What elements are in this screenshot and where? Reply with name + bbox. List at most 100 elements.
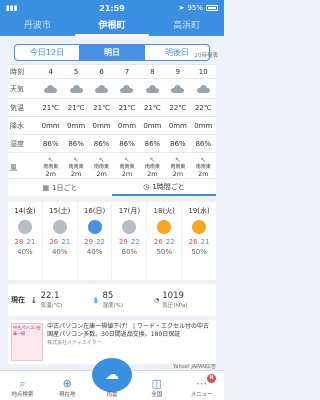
weekly-pop: 50%	[156, 248, 172, 256]
tab-tomorrow[interactable]: 明日	[79, 45, 144, 60]
weekly-low: 21	[200, 238, 210, 246]
nav-menu-label: メニュー	[190, 392, 213, 398]
weekly-forecast: 14(金) 28 21 40% 15(土) 26 21 40% 16(日) 29 22 40% 17(月…	[8, 202, 216, 280]
temp-cell: 22℃	[194, 103, 212, 112]
humidity-cell: 86%	[195, 139, 212, 148]
weekly-low: 22	[96, 238, 105, 246]
nav-national-label: 全国	[151, 392, 163, 398]
weekly-high: 26	[153, 238, 163, 246]
ad-text[interactable]: 中古パソコン在庫一掃値下げ！ | ワード・エクセル付の中古国産パソコン多数。30…	[47, 323, 213, 339]
weekly-day[interactable]: 17(月) 29 22 60%	[112, 202, 148, 280]
weekly-day[interactable]: 18(火) 26 22 50%	[147, 202, 183, 280]
ad-source: 株式会社メディエイター	[47, 340, 102, 346]
cloud-icon: ☁	[105, 367, 119, 383]
temp-cell: 21℃	[67, 103, 85, 112]
city-tab[interactable]: 高浜町	[149, 16, 224, 36]
cloudy-icon	[171, 84, 185, 93]
wind-arrow-icon: ↖	[124, 156, 130, 164]
sky-cell	[114, 79, 139, 98]
current-humidity: 💧 85 湿度(%)	[92, 291, 154, 309]
nav-search-label: 地点検索	[11, 392, 34, 398]
nav-national[interactable]: ◫ 全国	[134, 371, 179, 400]
weekly-pop: 40%	[86, 248, 103, 256]
wind-arrow-icon: ↖	[174, 156, 181, 164]
weekly-high: 26	[49, 238, 59, 246]
rain-cell: 0mm	[117, 121, 137, 130]
tab-hourly-label: 1時間ごと	[152, 182, 185, 191]
status-time: 21:59	[99, 3, 125, 13]
rain-cloud-button[interactable]: ☁	[92, 358, 132, 392]
current-press-label: 気圧(hPa)	[162, 303, 188, 309]
hour-cell: 8	[150, 67, 155, 76]
humidity-cell: 86%	[119, 139, 135, 148]
weekly-pop: 50%	[191, 248, 207, 256]
nav-location-label: 現在地	[58, 392, 76, 398]
weekly-date: 16(日)	[83, 207, 106, 215]
nav-menu[interactable]: ⋯ メニュー	[179, 371, 224, 400]
hour-cell: 4	[48, 67, 53, 76]
current-pressure: ◔ 1019 気圧(hPa)	[154, 291, 216, 309]
wind-speed: 2m	[198, 170, 209, 178]
weekly-date: 19(水)	[188, 207, 210, 215]
temp-cell: 21℃	[118, 103, 136, 112]
temp-cell: 22℃	[169, 103, 187, 112]
wind-arrow-icon: ↖	[98, 156, 105, 164]
hourly-grid: 時刻 4 5 6 7 8 9 10 天気 気温 21℃ 21℃ 21℃ 21℃ 21℃ 22℃ 22℃ …	[8, 64, 216, 182]
cloudy-icon	[120, 84, 134, 93]
sky-cell	[191, 79, 216, 98]
wind-speed: 2m	[96, 170, 107, 178]
weekly-day[interactable]: 16(日) 29 22 40%	[78, 202, 113, 280]
weekly-pop: 40%	[17, 248, 33, 256]
wind-speed: 2m	[121, 170, 133, 178]
wind-speed: 2m	[172, 170, 184, 178]
temp-cell: 21℃	[42, 103, 60, 112]
cloudy-icon	[44, 84, 58, 93]
rain-cell: 0mm	[41, 121, 60, 130]
day-tabs: 今日12日 明日 明後日	[14, 44, 210, 61]
cloudy-icon	[145, 84, 159, 93]
weekly-date: 15(土)	[49, 207, 71, 215]
wind-speed: 2m	[147, 170, 158, 178]
weekly-day[interactable]: 15(土) 26 21 40%	[43, 202, 78, 280]
current-press-value: 1019	[162, 291, 184, 301]
status-bar: ▮▮▮ 21:59 ➤ 95%	[0, 0, 224, 16]
humidity-cell: 86%	[68, 139, 84, 148]
weekly-low: 21	[26, 238, 36, 246]
tab-hourly[interactable]: ◷ 1時間ごと	[112, 179, 216, 196]
humidity-cell: 86%	[93, 139, 110, 148]
nav-location[interactable]: ⊕ 現在地	[45, 371, 90, 400]
view-tabs: ▦ 1日ごと ◷ 1時間ごと	[8, 178, 216, 196]
weather-icon	[52, 220, 67, 234]
city-tab-active[interactable]: 伊根町	[74, 16, 150, 36]
cloudy-icon	[196, 84, 210, 93]
weekly-temps: 28 21	[14, 238, 35, 246]
tab-today[interactable]: 今日12日	[15, 45, 79, 60]
weekly-high: 26	[188, 238, 198, 246]
sky-cell	[38, 79, 63, 98]
weekly-low: 21	[61, 238, 71, 246]
tab-daily[interactable]: ▦ 1日ごと	[8, 179, 112, 196]
weekly-low: 22	[165, 238, 175, 246]
sky-cell	[165, 79, 190, 98]
weekly-high: 28	[14, 238, 24, 246]
weather-icon	[87, 220, 102, 234]
wind-arrow-icon: ↖	[73, 156, 80, 164]
weekly-day[interactable]: 19(水) 26 21 50%	[182, 202, 216, 280]
city-tab[interactable]: 丹波市	[0, 16, 75, 36]
weekly-date: 17(月)	[118, 207, 141, 215]
sky-cell	[89, 79, 114, 98]
wind-arrow-icon: ↖	[47, 156, 54, 164]
weekly-temps: 26 21	[49, 238, 70, 246]
rain-cell: 0mm	[143, 121, 162, 130]
temp-cell: 21℃	[144, 103, 161, 112]
battery-icon	[206, 5, 218, 11]
ad-thumbnail[interactable]: 中古パソコン在庫一掃	[11, 323, 44, 361]
weekly-date: 18(火)	[153, 207, 175, 215]
rain-cell: 0mm	[67, 121, 86, 130]
weekly-day[interactable]: 14(金) 28 21 40%	[8, 202, 43, 280]
humidity-cell: 86%	[144, 139, 161, 148]
hour-cell: 10	[198, 67, 208, 76]
nav-search[interactable]: ⌕ 地点検索	[0, 371, 45, 400]
calendar-icon: ▦	[42, 183, 50, 192]
wind-speed: 2m	[45, 170, 56, 178]
